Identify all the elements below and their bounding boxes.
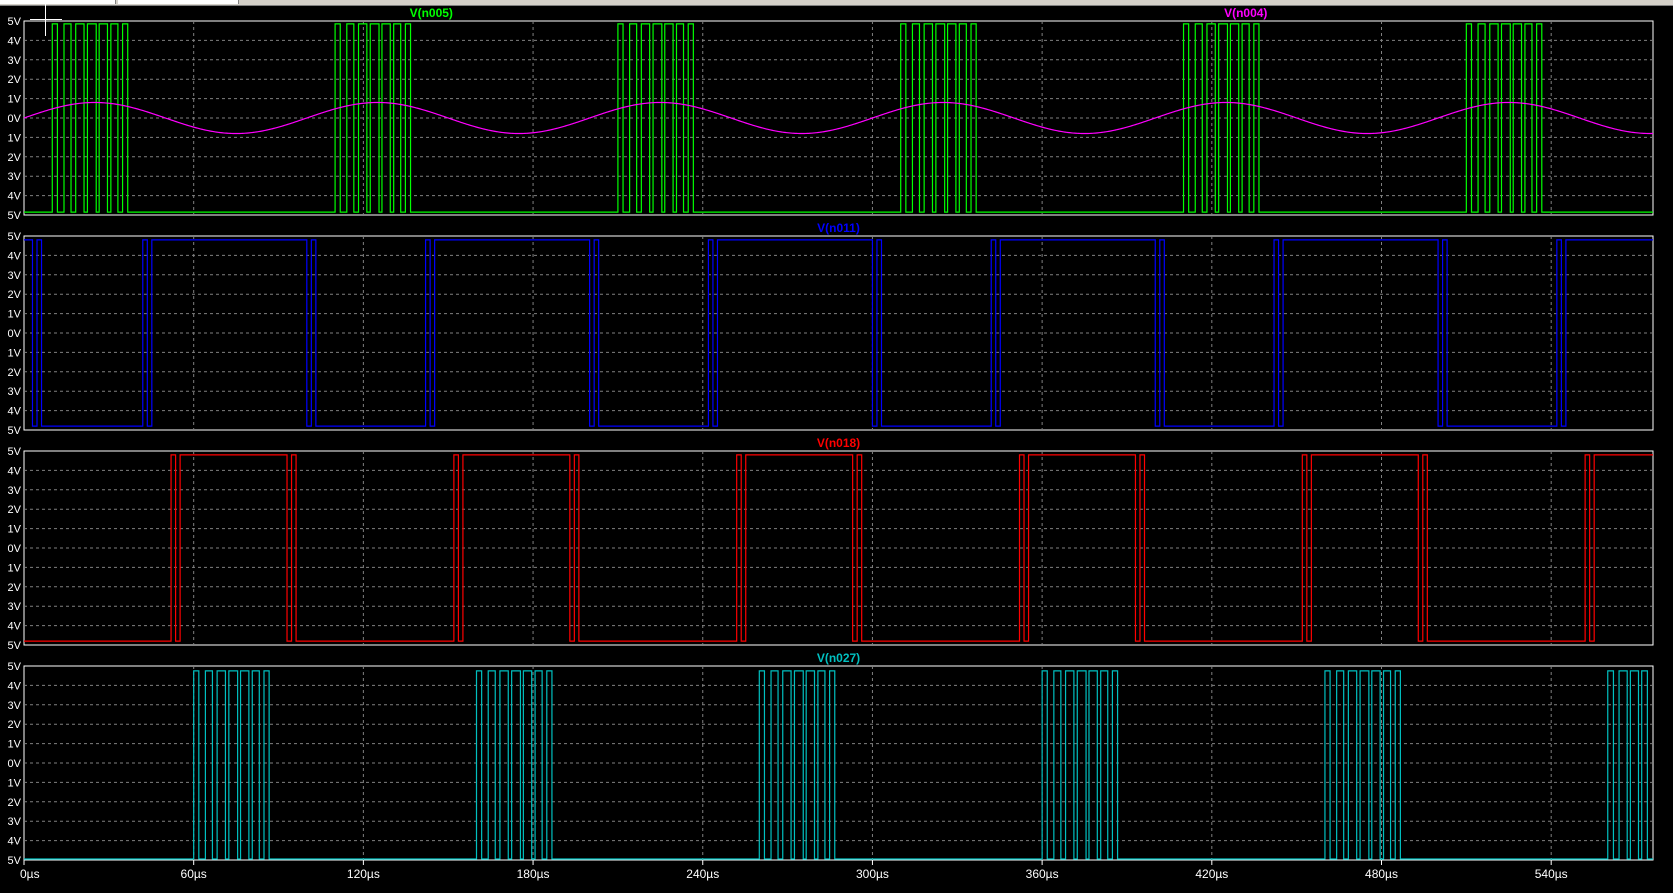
y-tick-label: 3V (8, 816, 22, 828)
y-tick-label: 2V (8, 289, 22, 301)
waveform-plot[interactable]: 5V 4V 3V 2V 1V 0V 1V 2V 3V 4V 5V V(n005) V(n004) 5V 4V… (0, 0, 1673, 893)
y-tick-label: 1V (8, 562, 22, 574)
x-tick-label: 480µs (1365, 867, 1398, 881)
y-tick-label: 1V (8, 777, 22, 789)
y-tick-label: 2V (8, 152, 22, 164)
y-tick-label: 5V (8, 16, 22, 28)
series-line (24, 239, 1653, 427)
y-tick-label: 5V (8, 425, 22, 437)
x-tick-label: 240µs (686, 867, 719, 881)
y-tick-label: 4V (8, 35, 22, 47)
series-label: V(n004) (1224, 6, 1267, 20)
y-tick-label: 3V (8, 601, 22, 613)
series-label: V(n011) (817, 221, 860, 235)
pane-frame (23, 665, 1654, 861)
series-line (23, 101, 1654, 135)
y-tick-label: 3V (8, 386, 22, 398)
y-tick-label: 4V (8, 465, 22, 477)
y-tick-label: 5V (8, 661, 22, 673)
y-tick-label: 0V (8, 543, 22, 555)
y-tick-label: 3V (8, 700, 22, 712)
y-tick-label: 5V (8, 855, 22, 867)
y-tick-label: 3V (8, 270, 22, 282)
series-label: V(n027) (817, 651, 860, 665)
series-line (24, 670, 1653, 860)
x-tick-label: 180µs (517, 867, 550, 881)
pane-frame (23, 235, 1654, 431)
series-label: V(n018) (817, 436, 860, 450)
y-tick-label: 1V (8, 347, 22, 359)
x-tick-label: 0µs (20, 867, 40, 881)
y-tick-label: 2V (8, 367, 22, 379)
x-tick-label: 360µs (1026, 867, 1059, 881)
y-tick-label: 1V (8, 524, 22, 536)
y-tick-label: 1V (8, 739, 22, 751)
y-tick-label: 3V (8, 55, 22, 67)
y-tick-label: 4V (8, 621, 22, 633)
y-tick-label: 5V (8, 210, 22, 222)
y-tick-label: 0V (8, 113, 22, 125)
y-tick-label: 2V (8, 504, 22, 516)
y-tick-label: 5V (8, 231, 22, 243)
x-tick-label: 420µs (1195, 867, 1228, 881)
y-tick-label: 3V (8, 485, 22, 497)
y-tick-label: 2V (8, 797, 22, 809)
y-tick-label: 5V (8, 640, 22, 652)
y-tick-label: 2V (8, 582, 22, 594)
y-tick-label: 3V (8, 171, 22, 183)
y-tick-label: 4V (8, 406, 22, 418)
y-tick-label: 2V (8, 74, 22, 86)
series-label: V(n005) (410, 6, 453, 20)
series-line (24, 23, 1653, 213)
y-tick-label: 4V (8, 191, 22, 203)
x-tick-label: 300µs (856, 867, 889, 881)
y-tick-label: 4V (8, 250, 22, 262)
y-tick-label: 2V (8, 719, 22, 731)
y-tick-label: 0V (8, 328, 22, 340)
y-tick-label: 1V (8, 94, 22, 106)
series-line (24, 454, 1653, 642)
y-tick-label: 1V (8, 309, 22, 321)
y-tick-label: 5V (8, 446, 22, 458)
pane-frame (23, 20, 1654, 216)
pane-frame (23, 450, 1654, 646)
x-tick-label: 540µs (1535, 867, 1568, 881)
x-tick-label: 60µs (181, 867, 207, 881)
x-tick-label: 120µs (347, 867, 380, 881)
y-tick-label: 1V (8, 132, 22, 144)
y-tick-label: 4V (8, 836, 22, 848)
y-tick-label: 4V (8, 680, 22, 692)
y-tick-label: 0V (8, 758, 22, 770)
